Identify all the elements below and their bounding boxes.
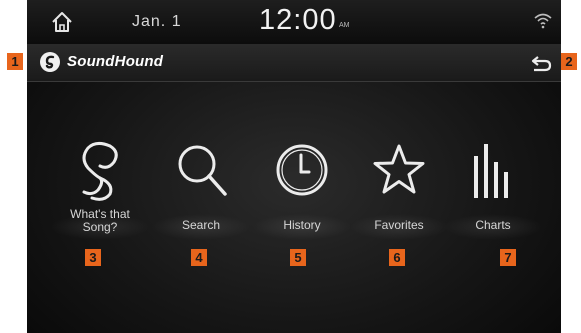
clock-icon xyxy=(276,144,328,196)
callout-badge-7: 7 xyxy=(500,249,516,266)
menu-label-line2: Song? xyxy=(82,220,118,234)
menu-label: Favorites xyxy=(374,218,424,232)
menu-item-favorites[interactable]: Favorites xyxy=(349,138,449,248)
callout-badge-6: 6 xyxy=(389,249,405,266)
bar-chart-icon xyxy=(474,144,508,198)
callout-badge-2: 2 xyxy=(561,53,577,70)
menu-label: Search xyxy=(181,218,221,232)
soundhound-icon xyxy=(82,141,118,201)
menu-label: History xyxy=(283,218,321,232)
app-header: SoundHound xyxy=(27,45,561,82)
soundhound-logo-icon xyxy=(40,52,60,72)
magnifier-icon xyxy=(178,145,227,196)
clock-text[interactable]: 12:00 xyxy=(259,4,337,37)
callout-badge-1: 1 xyxy=(7,53,23,70)
star-icon xyxy=(373,144,425,194)
callout-badge-3: 3 xyxy=(85,249,101,266)
callout-badge-4: 4 xyxy=(191,249,207,266)
menu-item-history[interactable]: History xyxy=(252,138,352,248)
back-arrow-icon[interactable] xyxy=(529,55,553,73)
app-title: SoundHound xyxy=(67,53,164,70)
callout-badge-5: 5 xyxy=(290,249,306,266)
menu-item-charts[interactable]: Charts xyxy=(443,138,543,248)
menu-label: Charts xyxy=(475,218,511,232)
wifi-icon xyxy=(534,13,552,29)
date-text: Jan. 1 xyxy=(132,13,182,30)
status-bar: Jan. 1 12:00 AM xyxy=(27,0,561,45)
head-unit-screen: Jan. 1 12:00 AM SoundHound What's that S… xyxy=(27,0,561,333)
menu-item-search[interactable]: Search xyxy=(151,138,251,248)
ampm-text: AM xyxy=(339,22,350,29)
menu-item-whats-that-song[interactable]: What's that Song? xyxy=(50,138,150,248)
home-icon[interactable] xyxy=(49,9,75,35)
